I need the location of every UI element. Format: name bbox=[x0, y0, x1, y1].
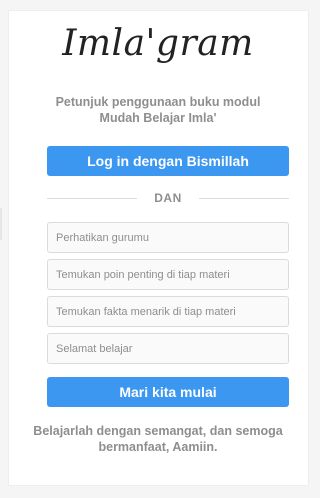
subtitle-line-1: Petunjuk penggunaan buku modul bbox=[55, 95, 261, 109]
or-divider: DAN bbox=[47, 190, 289, 206]
field-poin-penting[interactable] bbox=[47, 259, 289, 290]
divider-line-left bbox=[47, 198, 137, 199]
field-perhatikan-gurumu[interactable] bbox=[47, 222, 289, 253]
subtitle-line-2: Mudah Belajar Imla' bbox=[99, 111, 217, 125]
page: Imla'gram Petunjuk penggunaan buku modul… bbox=[0, 0, 316, 498]
login-button[interactable]: Log in dengan Bismillah bbox=[47, 146, 289, 176]
subtitle: Petunjuk penggunaan buku modul Mudah Bel… bbox=[0, 94, 316, 126]
footer-line-1: Belajarlah dengan semangat, dan semoga bbox=[33, 424, 283, 438]
footer-line-2: bermanfaat, Aamiin. bbox=[98, 440, 218, 454]
app-logo: Imla'gram bbox=[62, 23, 254, 64]
divider-line-right bbox=[199, 198, 289, 199]
divider-label: DAN bbox=[154, 191, 182, 205]
field-fakta-menarik[interactable] bbox=[47, 296, 289, 327]
footer-message: Belajarlah dengan semangat, dan semoga b… bbox=[0, 423, 316, 455]
field-selamat-belajar[interactable] bbox=[47, 333, 289, 364]
start-button[interactable]: Mari kita mulai bbox=[47, 377, 289, 407]
edge-divider bbox=[0, 208, 2, 240]
